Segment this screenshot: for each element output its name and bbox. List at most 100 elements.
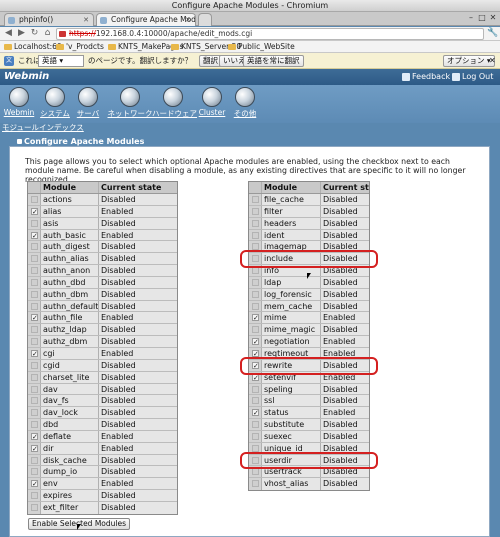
module-checkbox[interactable] [31,432,38,440]
module-checkbox[interactable] [31,196,38,203]
category-network[interactable]: ネットワーク [107,87,153,121]
module-checkbox[interactable] [31,207,38,215]
module-checkbox[interactable] [252,480,259,488]
module-checkbox[interactable] [31,397,38,405]
module-checkbox[interactable] [31,231,38,239]
module-checkbox[interactable] [31,278,38,286]
bookmark-prodcts[interactable]: 'v_Prodcts [56,42,104,52]
module-checkbox[interactable] [31,349,38,357]
module-name: dir [41,442,99,454]
module-checkbox[interactable] [252,278,259,286]
logout-link[interactable]: Log Out [452,72,493,82]
bookmark-localhost[interactable]: Localhost:60 [4,42,62,52]
module-checkbox[interactable] [31,409,38,417]
module-checkbox[interactable] [252,444,259,452]
module-checkbox[interactable] [31,468,38,476]
module-checkbox[interactable] [252,302,259,310]
table-row: ext_filter Disabled [28,501,177,514]
address-bar[interactable]: https://192.168.0.4:10000/apache/edit_mo… [56,28,484,40]
module-checkbox[interactable] [31,480,38,488]
minimize-icon[interactable]: – [466,13,476,23]
module-checkbox[interactable] [31,267,38,275]
tab-phpinfo[interactable]: phpinfo() ✕ [4,13,94,26]
always-translate-button[interactable]: 英語を常に翻訳 [243,55,304,67]
module-name: auth_digest [41,241,99,253]
language-select[interactable]: 英語 ▾ [38,55,84,67]
module-checkbox[interactable] [31,421,38,429]
folder-icon [4,44,12,50]
module-checkbox[interactable] [252,397,259,405]
category-webmin[interactable]: Webmin [2,87,36,121]
checkbox-cell [28,229,41,241]
module-checkbox[interactable] [31,243,38,251]
module-checkbox[interactable] [252,267,259,275]
module-checkbox[interactable] [252,421,259,429]
category-system[interactable]: システム [38,87,72,121]
translate-icon: 文 [4,56,14,66]
module-index-link[interactable]: モジュールインデックス [2,123,84,133]
module-checkbox[interactable] [252,290,259,298]
close-tab-icon[interactable]: ✕ [83,14,89,26]
checkbox-cell [28,407,41,419]
module-checkbox[interactable] [252,349,259,357]
module-checkbox[interactable] [252,338,259,346]
reload-icon[interactable]: ↻ [29,28,40,39]
module-name: env [41,478,99,490]
category-servers[interactable]: サーバ [71,87,105,121]
table-row: dbd Disabled [28,419,177,431]
folder-icon [171,44,179,50]
module-checkbox[interactable] [252,373,259,381]
module-checkbox[interactable] [252,219,259,227]
module-state: Enabled [99,229,177,241]
navigation-bar: ◀ ▶ ↻ ⌂ https://192.168.0.4:10000/apache… [0,27,500,41]
module-checkbox[interactable] [31,456,38,464]
module-checkbox[interactable] [31,314,38,322]
module-checkbox[interactable] [252,231,259,239]
module-checkbox[interactable] [252,409,259,417]
module-checkbox[interactable] [31,361,38,369]
category-hardware[interactable]: ハードウェア [152,87,197,121]
category-others[interactable]: その他 [228,87,262,121]
checkbox-cell [249,336,262,347]
bookmark-public-website[interactable]: Public_WebSite [228,42,295,52]
maximize-icon[interactable]: □ [477,13,487,23]
checkbox-cell [28,395,41,407]
module-name: authn_file [41,312,99,324]
module-checkbox[interactable] [31,503,38,511]
module-checkbox[interactable] [252,207,259,215]
module-checkbox[interactable] [31,255,38,263]
module-checkbox[interactable] [31,444,38,452]
close-window-icon[interactable]: ✕ [488,13,498,23]
table-row: envEnabled [28,478,177,491]
module-checkbox[interactable] [252,432,259,440]
new-tab-button[interactable] [198,13,212,26]
folder-icon [56,44,64,50]
feedback-link[interactable]: Feedback [402,72,450,82]
close-infobar-icon[interactable]: ✕ [489,55,496,67]
module-checkbox[interactable] [252,326,259,334]
back-icon[interactable]: ◀ [3,28,14,39]
translate-options-button[interactable]: オプション ▾ [443,55,495,67]
tab-configure-apache[interactable]: Configure Apache Modu ✕ [96,13,196,26]
module-checkbox[interactable] [252,314,259,322]
module-checkbox[interactable] [31,385,38,393]
module-checkbox[interactable] [31,373,38,381]
home-icon[interactable]: ⌂ [42,28,53,39]
module-checkbox[interactable] [31,290,38,298]
wrench-menu-icon[interactable]: 🔧 [487,28,498,38]
module-checkbox[interactable] [252,196,259,203]
bookmarks-bar: Localhost:60 'v_Prodcts KNTS_MakePages K… [0,41,500,53]
module-checkbox[interactable] [31,302,38,310]
module-checkbox[interactable] [252,468,259,476]
category-cluster[interactable]: Cluster [195,87,229,121]
module-checkbox[interactable] [31,326,38,334]
forward-icon[interactable]: ▶ [16,28,27,39]
webmin-logo: Webmin [4,71,50,82]
module-checkbox[interactable] [31,219,38,227]
checkbox-cell [28,265,41,276]
module-checkbox[interactable] [31,492,38,500]
url-text: 192.168.0.4:10000/apache/edit_mods.cgi [95,29,253,38]
module-checkbox[interactable] [31,338,38,346]
module-checkbox[interactable] [252,385,259,393]
close-tab-icon[interactable]: ✕ [185,14,191,26]
